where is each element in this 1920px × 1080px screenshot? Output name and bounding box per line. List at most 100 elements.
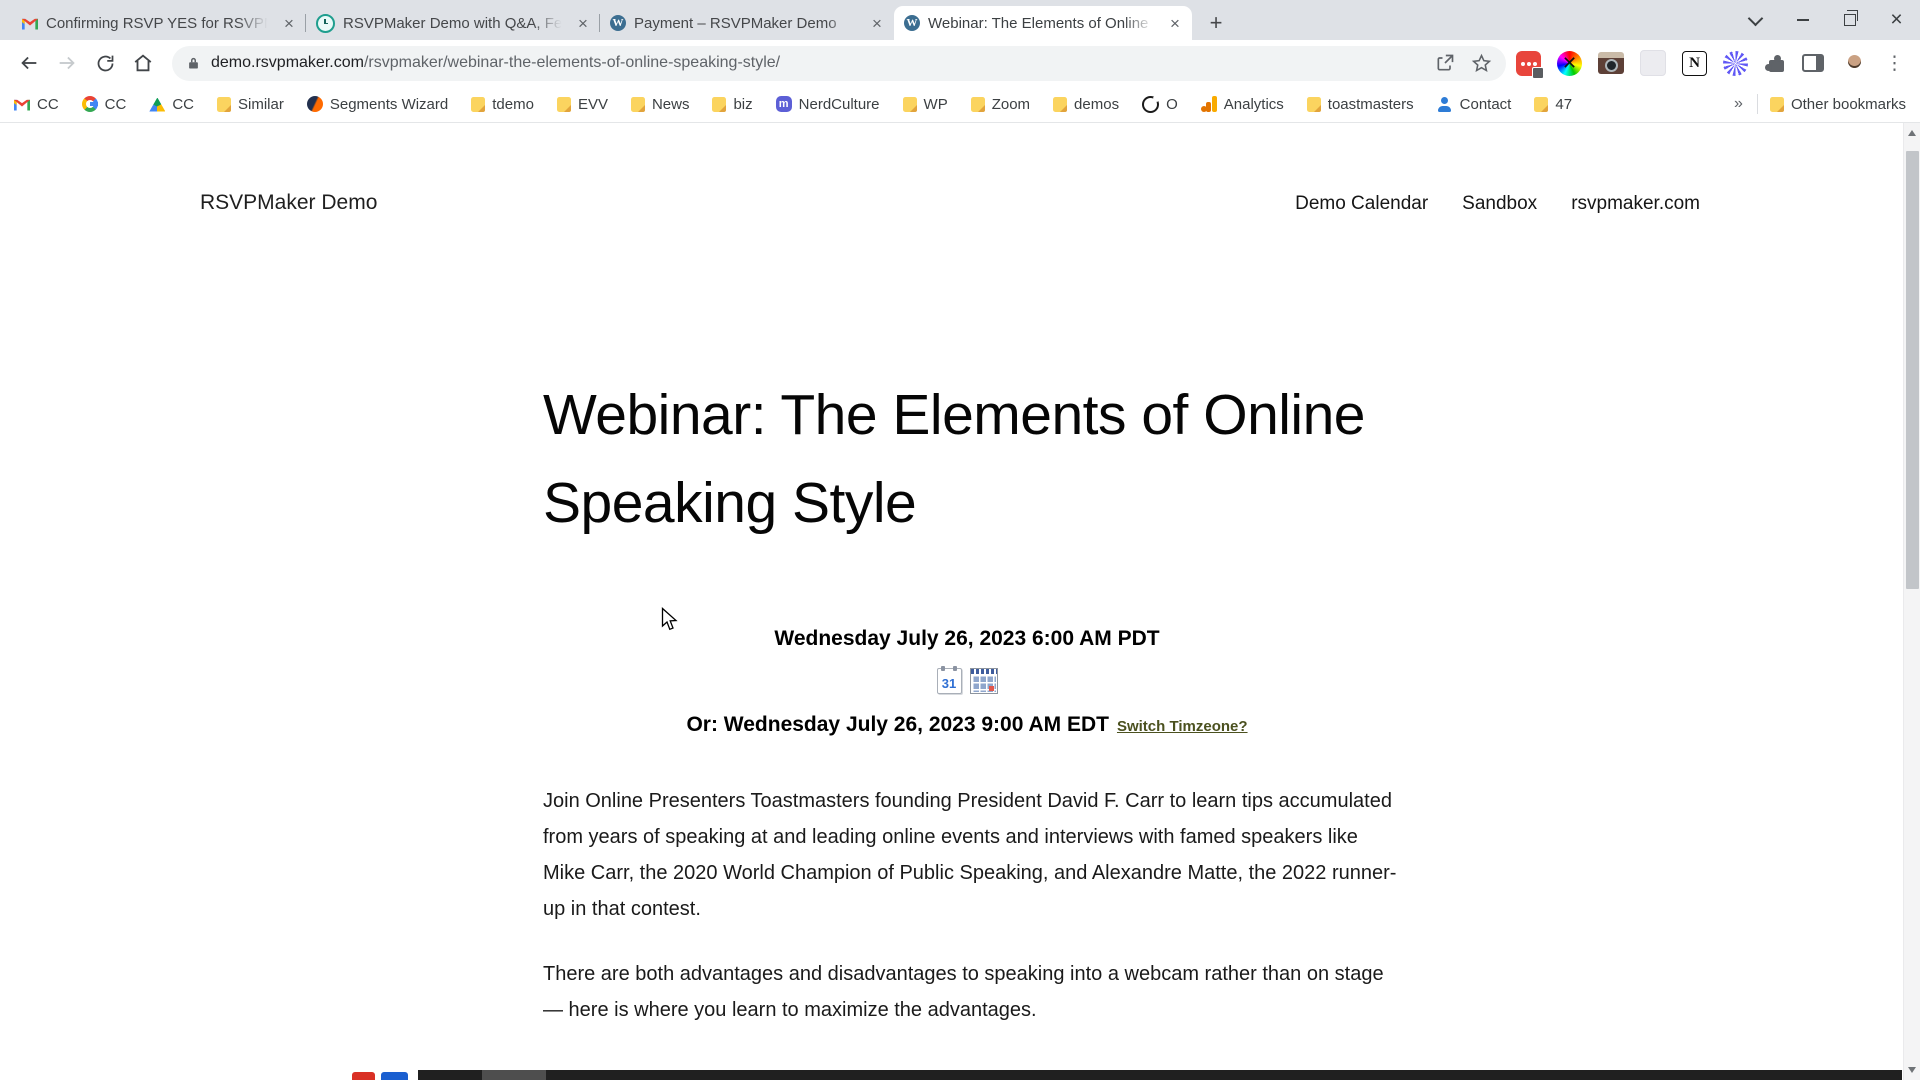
add-to-calendar-row: 31 — [543, 666, 1391, 695]
bookmark-folder-wp[interactable]: WP — [902, 96, 948, 113]
folder-icon — [902, 96, 917, 112]
bookmark-folder-zoom[interactable]: Zoom — [970, 95, 1031, 113]
other-bookmarks-button[interactable]: Other bookmarks — [1769, 96, 1906, 113]
site-title[interactable]: RSVPMaker Demo — [200, 191, 377, 215]
back-button[interactable] — [10, 44, 48, 82]
bookmark-google-cc[interactable]: CC — [81, 95, 127, 113]
folder-icon — [630, 96, 645, 112]
bookmark-nerdculture[interactable]: m NerdCulture — [775, 95, 880, 113]
switch-timezone-link[interactable]: Switch Timzeone? — [1117, 718, 1248, 735]
scrollbar-thumb[interactable] — [1906, 151, 1919, 589]
tab-payment[interactable]: W Payment – RSVPMaker Demo × — [600, 6, 894, 40]
bookmark-label: EVV — [577, 95, 608, 113]
tab-title: RSVPMaker Demo with Q&A, Fea — [343, 14, 566, 32]
event-datetime-alt: Or: Wednesday July 26, 2023 9:00 AM EDT S… — [686, 713, 1248, 736]
folder-icon — [712, 96, 727, 112]
extension-badge — [1532, 66, 1544, 79]
starburst-extension-icon[interactable] — [1723, 50, 1748, 76]
bookmark-o[interactable]: O — [1142, 95, 1178, 113]
minimize-button[interactable] — [1779, 0, 1826, 40]
browser-toolbar: demo.rsvpmaker.com/rsvpmaker/webinar-the… — [0, 40, 1920, 86]
scrollbar-up-arrow[interactable] — [1908, 130, 1916, 136]
bookmark-folder-evv[interactable]: EVV — [556, 95, 608, 113]
extensions-puzzle-icon[interactable] — [1764, 52, 1786, 74]
bookmark-folder-biz[interactable]: biz — [712, 95, 753, 113]
bookmark-analytics[interactable]: Analytics — [1200, 96, 1284, 113]
color-wheel-extension-icon[interactable]: ✕ — [1557, 50, 1582, 76]
bookmark-label: Zoom — [991, 95, 1031, 113]
bookmark-star-icon[interactable] — [1471, 53, 1492, 74]
page-scrollbar[interactable] — [1903, 123, 1920, 1080]
tab-title: Confirming RSVP YES for RSVPM — [46, 14, 272, 32]
nav-sandbox[interactable]: Sandbox — [1462, 193, 1537, 215]
profile-avatar[interactable] — [1840, 49, 1869, 78]
tab-webinar-active[interactable]: W Webinar: The Elements of Online × — [894, 6, 1192, 40]
tab-title: Payment – RSVPMaker Demo — [634, 14, 837, 32]
bookmark-contact[interactable]: Contact — [1437, 96, 1511, 113]
bookmark-folder-similar[interactable]: Similar — [217, 96, 284, 113]
bookmark-folder-tdemo[interactable]: tdemo — [471, 96, 534, 113]
bookmark-folder-47[interactable]: 47 — [1534, 96, 1572, 113]
new-tab-button[interactable]: + — [1202, 9, 1230, 37]
google-calendar-icon[interactable]: 31 — [936, 666, 962, 694]
bookmark-folder-news[interactable]: News — [630, 96, 689, 113]
bookmark-folder-demos[interactable]: demos — [1053, 96, 1119, 113]
bookmark-gmail-cc[interactable]: CC — [14, 96, 59, 113]
bookmark-label: toastmasters — [1327, 95, 1414, 113]
event-description-paragraph-2: There are both advantages and disadvanta… — [543, 963, 1384, 1021]
reload-button[interactable] — [86, 44, 124, 82]
bookmarks-separator — [1756, 94, 1758, 114]
camera-extension-icon[interactable] — [1598, 52, 1624, 74]
nav-rsvpmaker-com[interactable]: rsvpmaker.com — [1571, 193, 1700, 215]
ellipsis-dots — [1521, 61, 1525, 66]
wordpress-icon: W — [904, 15, 920, 31]
event-datetime-block: Wednesday July 26, 2023 6:00 AM PDT 31 O… — [543, 625, 1391, 741]
tab-rsvpmaker-qa[interactable]: RSVPMaker Demo with Q&A, Fea × — [306, 6, 600, 40]
tab-search-button[interactable] — [1732, 0, 1779, 40]
mastodon-icon: m — [775, 96, 792, 112]
restore-button[interactable] — [1826, 0, 1873, 40]
omnibox-actions — [1435, 53, 1492, 74]
bookmark-label: 47 — [1555, 95, 1573, 113]
tab-close-icon[interactable]: × — [574, 14, 592, 32]
home-button[interactable] — [124, 44, 162, 82]
bookmark-segments-wizard[interactable]: Segments Wizard — [306, 96, 448, 113]
gmail-icon — [22, 18, 38, 29]
share-icon[interactable] — [1435, 53, 1455, 73]
window-controls: × — [1732, 0, 1920, 40]
tab-title: Webinar: The Elements of Online — [928, 14, 1149, 32]
tab-close-icon[interactable]: × — [868, 14, 886, 32]
event-title: Webinar: The Elements of Online Speaking… — [543, 383, 1366, 535]
url-path: /rsvpmaker/webinar-the-elements-of-onlin… — [363, 54, 781, 71]
partial-content-dark-bar — [418, 1070, 1902, 1080]
analytics-icon — [1200, 96, 1217, 112]
bookmark-label: CC — [104, 95, 127, 113]
bookmarks-overflow-chevron[interactable]: » — [1734, 95, 1743, 113]
tab-close-icon[interactable]: × — [280, 14, 298, 32]
ical-calendar-icon[interactable] — [969, 668, 998, 694]
disabled-extension-icon[interactable] — [1640, 50, 1666, 76]
google-icon — [81, 96, 98, 112]
folder-icon — [1769, 96, 1784, 112]
red-ellipsis-extension-icon[interactable] — [1516, 50, 1544, 79]
close-window-button[interactable]: × — [1873, 0, 1920, 40]
back-icon — [21, 56, 37, 70]
bookmark-label: NerdCulture — [798, 95, 880, 113]
alarm-clock-icon — [316, 13, 335, 33]
notion-extension-icon[interactable]: N — [1682, 50, 1707, 76]
browser-menu-icon[interactable]: ⋮ — [1885, 52, 1904, 75]
url-domain: demo.rsvpmaker.com — [211, 54, 364, 71]
bookmark-label: biz — [733, 95, 753, 113]
person-icon — [1437, 96, 1453, 112]
tab-gmail-rsvp[interactable]: Confirming RSVP YES for RSVPM × — [12, 6, 306, 40]
forward-icon — [59, 56, 75, 70]
forward-button[interactable] — [48, 44, 86, 82]
address-bar[interactable]: demo.rsvpmaker.com/rsvpmaker/webinar-the… — [172, 45, 1506, 81]
bookmark-drive-cc[interactable]: CC — [149, 96, 194, 113]
tab-close-icon[interactable]: × — [1166, 14, 1184, 32]
scrollbar-down-arrow[interactable] — [1908, 1067, 1916, 1073]
similarweb-icon — [306, 96, 323, 112]
bookmark-folder-toastmasters[interactable]: toastmasters — [1306, 95, 1414, 113]
nav-demo-calendar[interactable]: Demo Calendar — [1295, 193, 1428, 215]
side-panel-icon[interactable] — [1802, 54, 1824, 72]
